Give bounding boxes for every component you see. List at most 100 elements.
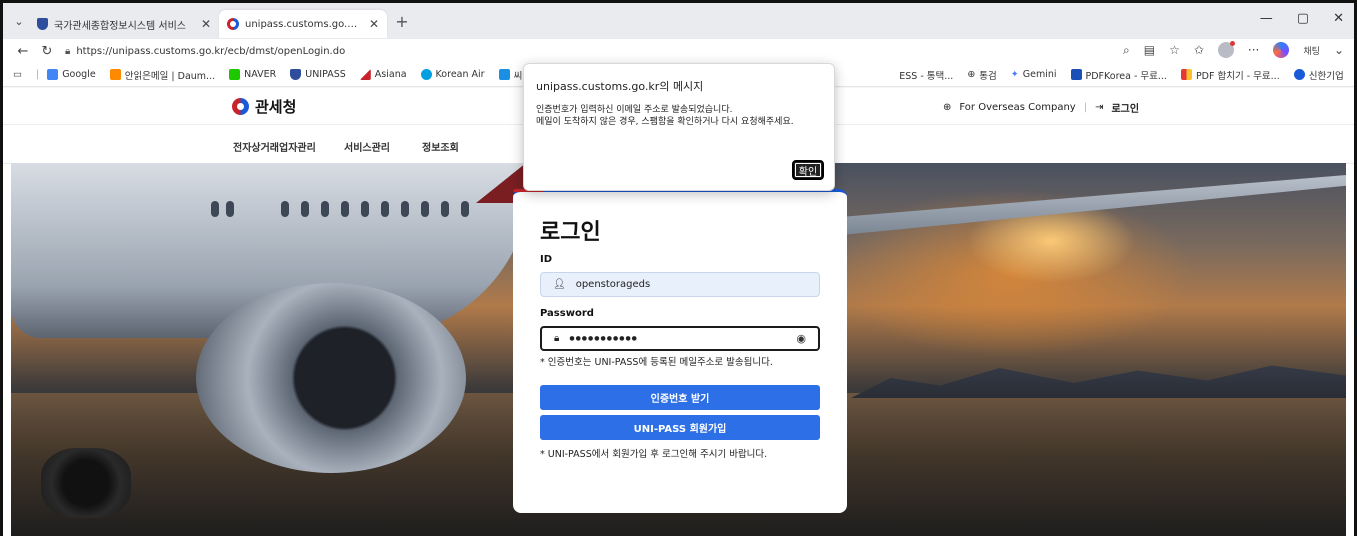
bookmark-naver[interactable]: NAVER: [229, 69, 276, 80]
show-password-eye-icon[interactable]: ◉: [796, 332, 806, 345]
address-bar[interactable]: 🔒︎ https://unipass.customs.go.kr/ecb/dms…: [65, 41, 1125, 61]
lock-icon: 🔒︎: [554, 333, 560, 344]
copilot-icon[interactable]: [1273, 42, 1290, 58]
login-card: 로그인 ID 👤︎ Password 🔒︎ ●●●●●●●●●●● ◉ * 인증…: [513, 189, 847, 513]
login-arrow-icon: ⇥: [1095, 102, 1104, 113]
airplane-window: [361, 201, 369, 217]
dialog-ok-button[interactable]: 확인: [792, 160, 824, 180]
overseas-company-link[interactable]: For Overseas Company: [959, 102, 1075, 113]
new-tab-plus-icon[interactable]: +: [391, 10, 413, 32]
tab-strip: ⌄ 국가관세종합정보시스템 서비스 ✕ unipass.customs.go.k…: [3, 3, 1354, 39]
lock-icon[interactable]: 🔒︎: [65, 46, 70, 57]
tab-list-chevron-icon[interactable]: ⌄: [9, 11, 29, 31]
hs-icon: [498, 69, 510, 80]
restore-icon[interactable]: ▢: [1297, 11, 1309, 26]
dialog-title: unipass.customs.go.kr의 메시지: [536, 80, 704, 93]
header-divider: |: [1083, 102, 1088, 113]
brand-name: 관세청: [255, 98, 297, 116]
bookmark-pdfkorea[interactable]: PDFKorea - 무료...: [1070, 68, 1167, 82]
nav-service-management[interactable]: 서비스관리: [344, 139, 390, 154]
header-login-link[interactable]: 로그인: [1111, 100, 1139, 115]
tab-customs-service[interactable]: 국가관세종합정보시스템 서비스 ✕: [29, 10, 219, 38]
airplane-window: [301, 201, 309, 217]
site-logo[interactable]: 관세청: [232, 96, 296, 117]
airplane-engine: [196, 283, 466, 473]
korean-air-icon: [420, 69, 432, 80]
bookmark-asiana[interactable]: Asiana: [359, 69, 407, 80]
signup-button[interactable]: UNI-PASS 회원가입: [540, 415, 820, 440]
tab-unipass-login[interactable]: unipass.customs.go.kr/ecb/dmst/c ✕: [219, 10, 387, 38]
airplane-window: [441, 201, 449, 217]
id-input[interactable]: [575, 279, 776, 290]
favorites-list-icon[interactable]: ✩: [1194, 43, 1204, 57]
back-arrow-icon[interactable]: ←: [11, 44, 35, 59]
chevron-down-icon[interactable]: ⌄: [1334, 43, 1344, 57]
bookmark-unipass[interactable]: UNIPASS: [290, 69, 346, 80]
airplane-window: [401, 201, 409, 217]
airplane-window: [421, 201, 429, 217]
verification-hint: * 인증번호는 UNI-PASS에 등록된 메일주소로 발송됩니다.: [540, 357, 773, 368]
airplane-window: [226, 201, 234, 217]
pdf-merge-icon: [1180, 69, 1192, 80]
profile-avatar-icon[interactable]: [1217, 41, 1235, 58]
mail-icon: [109, 69, 121, 80]
reading-view-icon[interactable]: ▤: [1144, 43, 1155, 57]
password-input[interactable]: ●●●●●●●●●●●: [569, 335, 638, 342]
signup-hint: * UNI-PASS에서 회원가입 후 로그인해 주시기 바랍니다.: [540, 449, 768, 460]
tab-close-icon[interactable]: ✕: [201, 17, 211, 31]
shinhan-icon: [1293, 69, 1305, 80]
bookmark-google[interactable]: Google: [47, 69, 96, 80]
bookmark-pdf-merge[interactable]: PDF 합치기 - 무료...: [1180, 68, 1280, 82]
bookmark-gemini[interactable]: ✦ Gemini: [1011, 69, 1057, 80]
tab-actions-icon[interactable]: ▭: [13, 69, 22, 80]
pdf-icon: [1070, 69, 1082, 80]
password-field[interactable]: 🔒︎ ●●●●●●●●●●● ◉: [540, 326, 820, 351]
dialog-message-line: 메일이 도착하지 않은 경우, 스팸함을 확인하거나 다시 요청해주세요.: [536, 117, 794, 127]
customs-favicon-icon: [227, 18, 239, 30]
gemini-star-icon: ✦: [1010, 69, 1019, 80]
bookmark-ess[interactable]: ESS - 통택...: [899, 68, 953, 82]
refresh-icon[interactable]: ↻: [35, 44, 59, 59]
address-row: ← ↻ 🔒︎ https://unipass.customs.go.kr/ecb…: [3, 39, 1354, 63]
airplane-window: [211, 201, 219, 217]
google-icon: [47, 69, 59, 80]
nav-ecommerce-management[interactable]: 전자상거래업자관리: [233, 139, 316, 154]
asiana-icon: [359, 69, 371, 80]
search-page-icon[interactable]: ⌕: [1123, 43, 1130, 58]
nav-info-inquiry[interactable]: 정보조회: [422, 139, 459, 154]
header-links: ⊕ For Overseas Company | ⇥ 로그인: [943, 100, 1139, 115]
close-window-icon[interactable]: ✕: [1333, 11, 1344, 26]
airplane-window: [281, 201, 289, 217]
shield-icon: [290, 69, 302, 80]
bookmark-tonggeom[interactable]: ⊕ 통검: [967, 68, 996, 82]
browser-window: ⌄ 국가관세종합정보시스템 서비스 ✕ unipass.customs.go.k…: [0, 0, 1357, 536]
globe-icon: ⊕: [967, 69, 976, 80]
bookmark-korean-air[interactable]: Korean Air: [420, 69, 485, 80]
id-field[interactable]: 👤︎: [540, 272, 820, 297]
browser-toolbar-right: ⌕ ▤ ☆ ✩ ··· 채팅 ⌄: [1123, 41, 1344, 58]
more-menu-icon[interactable]: ···: [1248, 43, 1259, 57]
url-text[interactable]: https://unipass.customs.go.kr/ecb/dmst/o…: [76, 46, 345, 57]
bookmark-shinhan[interactable]: 신한기업: [1293, 68, 1344, 82]
tab-close-icon[interactable]: ✕: [369, 17, 379, 31]
bookmark-daum[interactable]: 안읽은메일 | Daum...: [109, 68, 215, 82]
favorite-star-icon[interactable]: ☆: [1169, 43, 1180, 57]
airplane-window: [341, 201, 349, 217]
airplane-window: [381, 201, 389, 217]
bookmark-divider: |: [35, 69, 40, 80]
id-label: ID: [540, 254, 553, 265]
airplane-window: [461, 201, 469, 217]
window-controls: — ▢ ✕: [1260, 11, 1344, 26]
landing-gear: [41, 448, 131, 518]
tab-title: 국가관세종합정보시스템 서비스: [54, 20, 186, 32]
taegeuk-logo-icon: [232, 98, 249, 115]
minimize-icon[interactable]: —: [1260, 11, 1273, 26]
naver-icon: [229, 69, 241, 80]
user-icon: 👤︎: [553, 279, 566, 290]
dialog-message: 인증번호가 입력하신 이메일 주소로 발송되었습니다. 메일이 도착하지 않은 …: [536, 104, 794, 128]
dialog-message-line: 인증번호가 입력하신 이메일 주소로 발송되었습니다.: [536, 105, 733, 115]
airplane-window: [321, 201, 329, 217]
get-code-button[interactable]: 인증번호 받기: [540, 385, 820, 410]
chat-label[interactable]: 채팅: [1303, 44, 1320, 57]
shield-favicon-icon: [37, 18, 48, 30]
